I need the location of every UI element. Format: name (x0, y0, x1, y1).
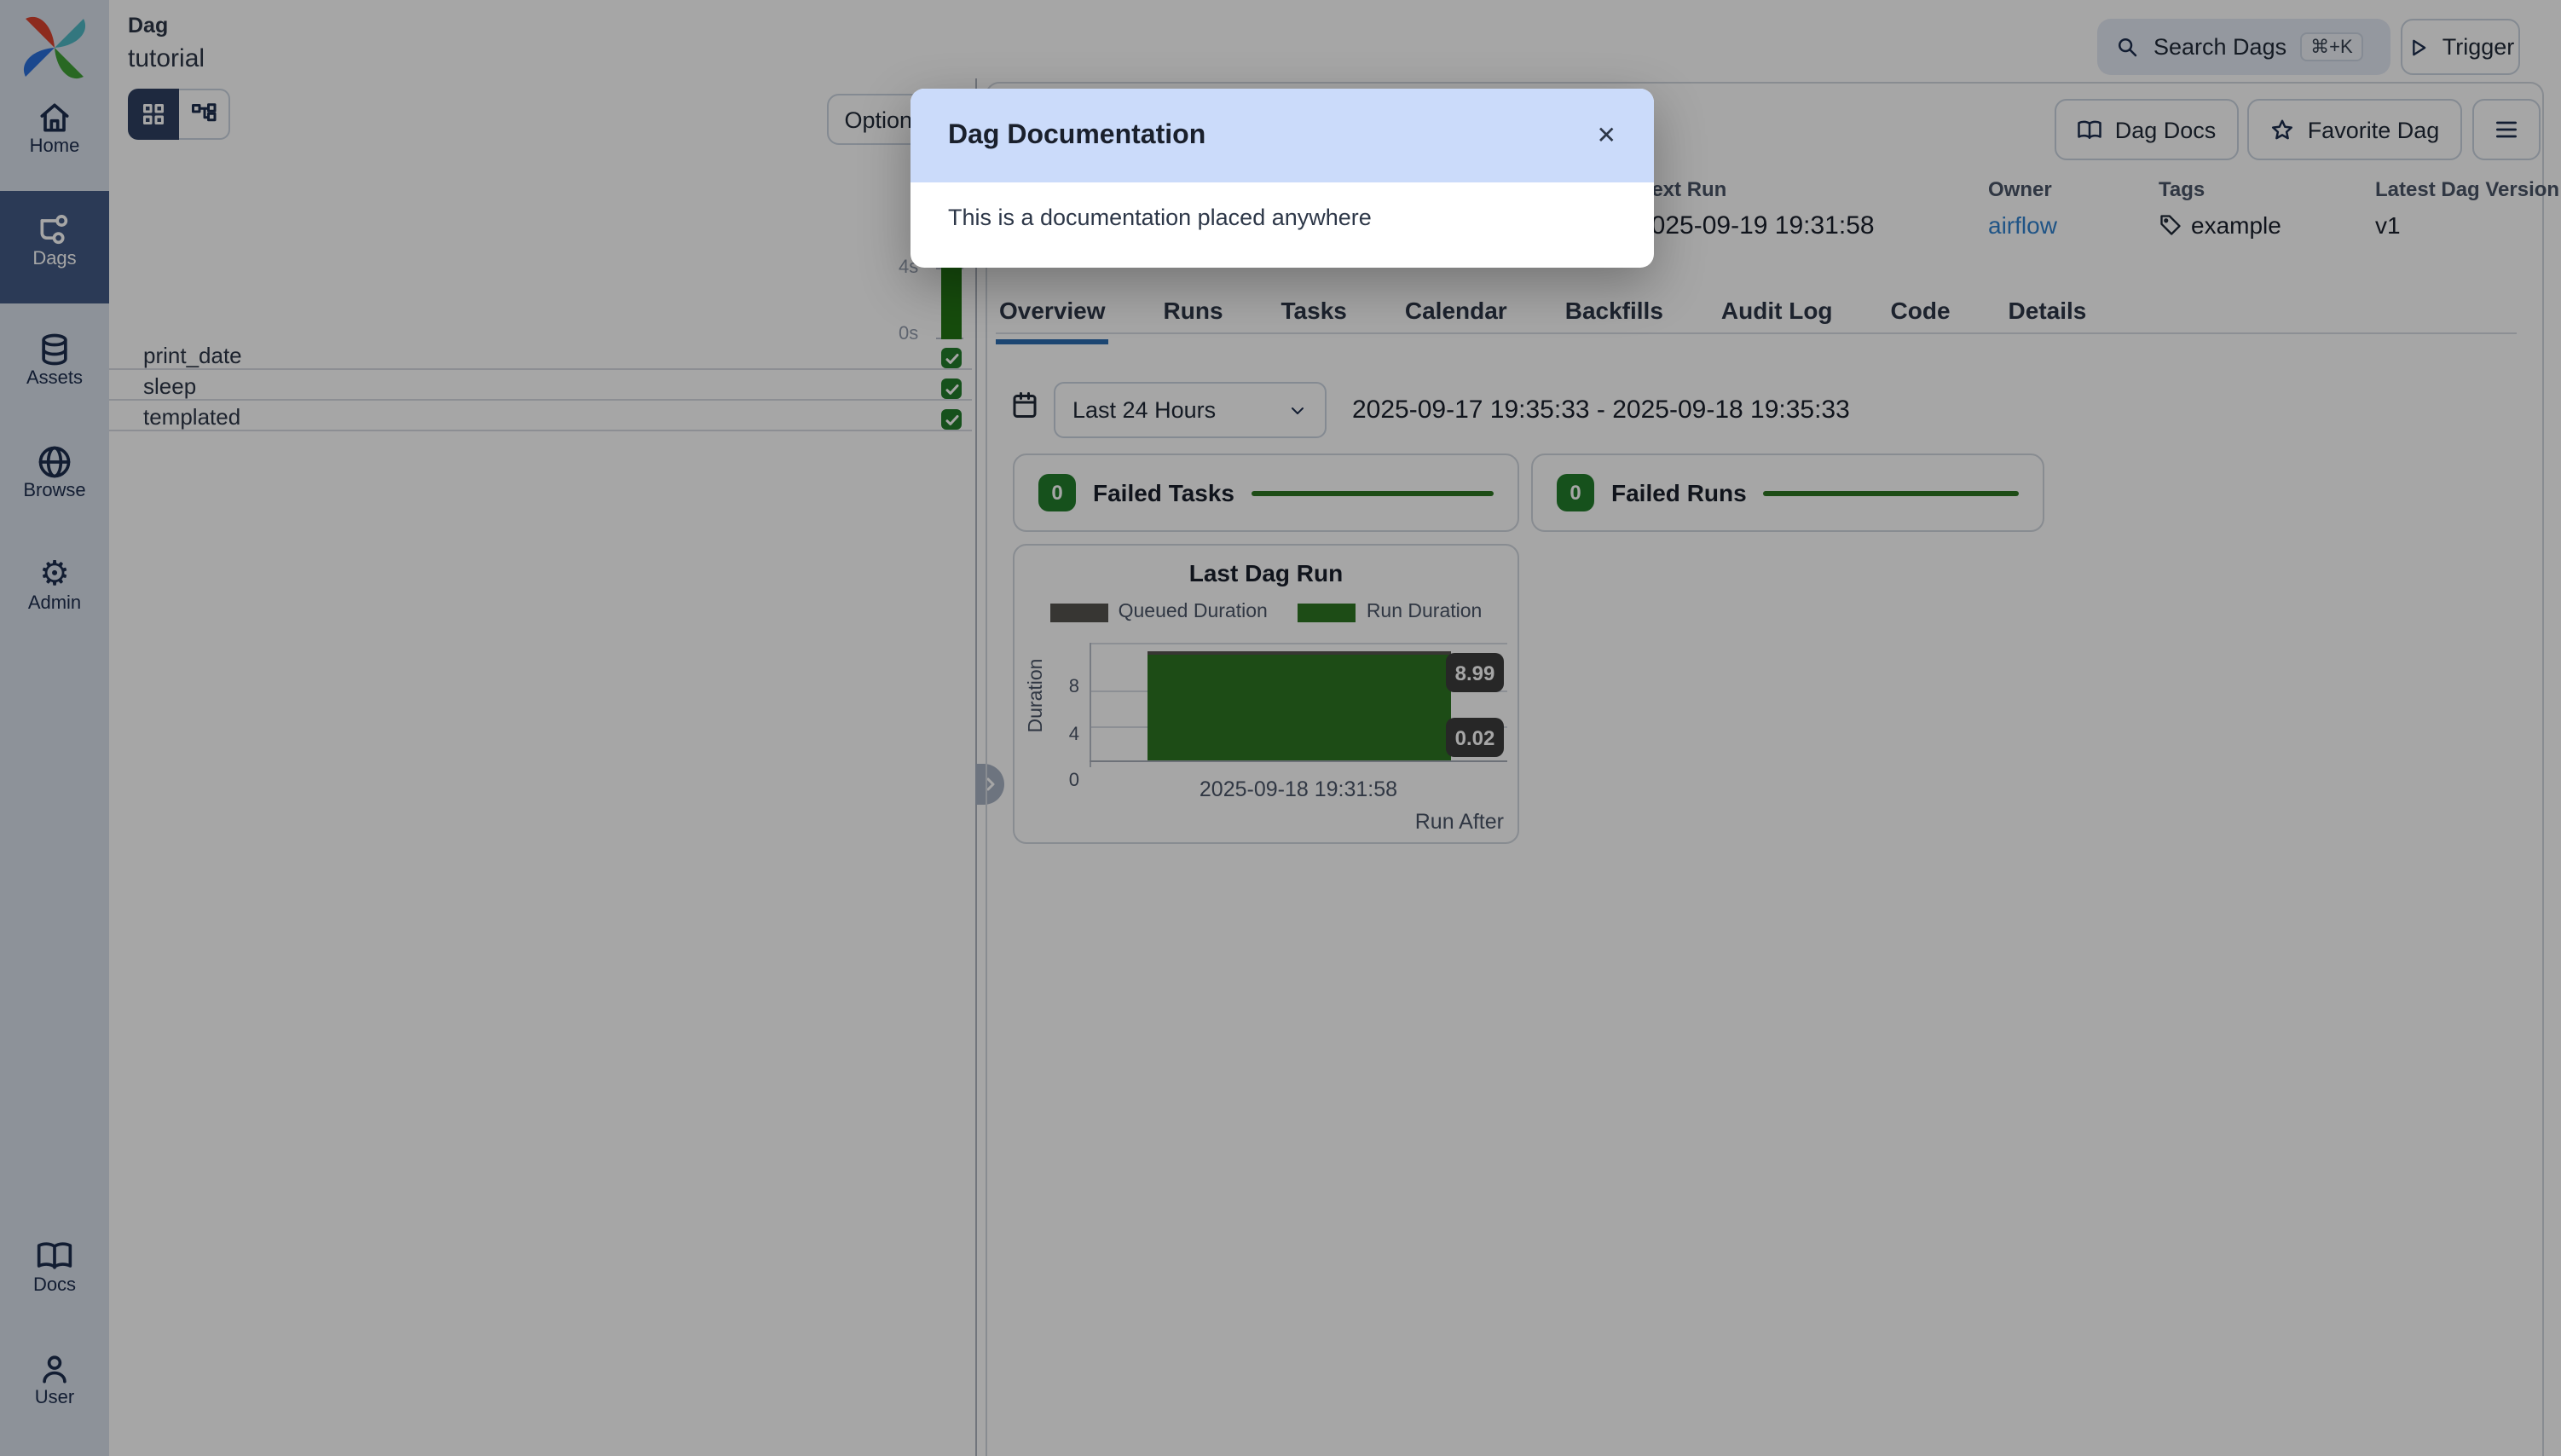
dag-documentation-modal: Dag Documentation ✕ This is a documentat… (911, 89, 1654, 268)
airflow-app: Home Dags Assets Browse ⚙ Admin Docs Use… (0, 0, 2561, 1456)
modal-body-text: This is a documentation placed anywhere (911, 182, 1654, 252)
close-icon[interactable]: ✕ (1597, 121, 1616, 150)
modal-title: Dag Documentation (948, 120, 1205, 151)
modal-header: Dag Documentation ✕ (911, 89, 1654, 182)
